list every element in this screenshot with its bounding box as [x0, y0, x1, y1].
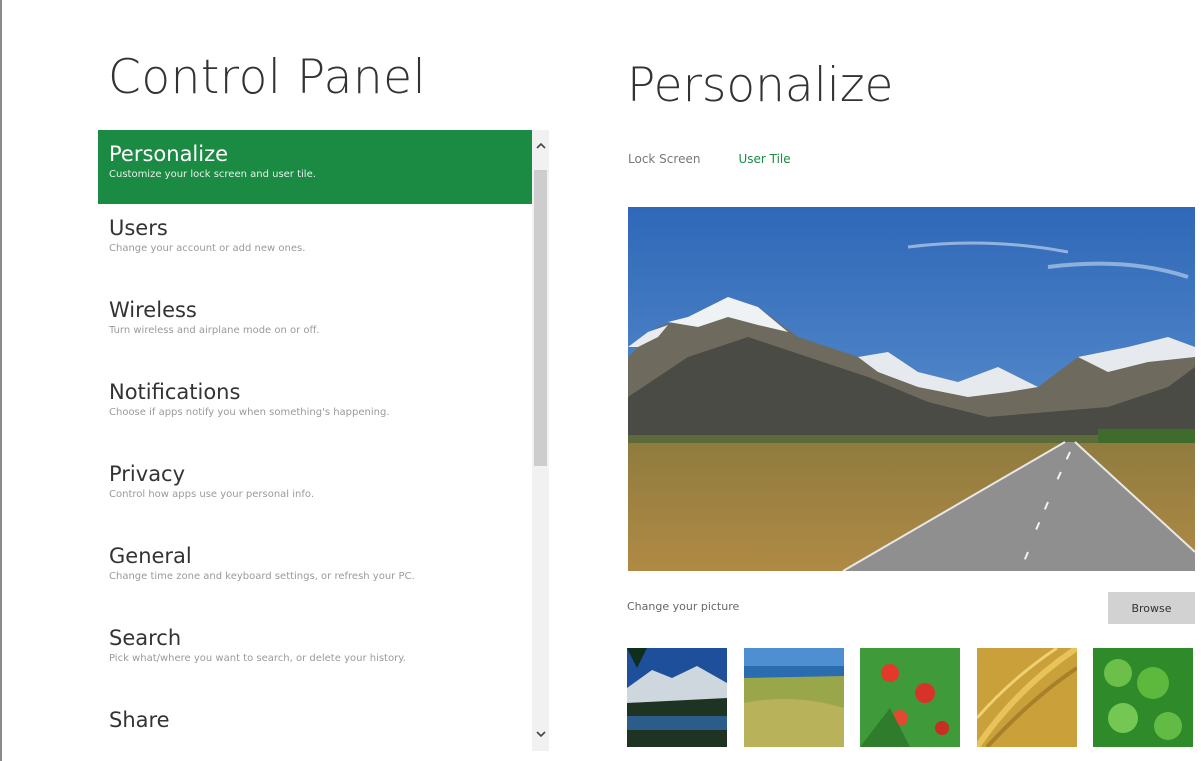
category-description: Change your account or add new ones.: [109, 243, 306, 254]
category-description: Control how apps use your personal info.: [109, 489, 315, 500]
category-list-scrollbar[interactable]: [532, 130, 549, 751]
tab-user-tile[interactable]: User Tile: [738, 152, 790, 166]
category-label: Wireless: [109, 298, 197, 322]
category-description: Customize your lock screen and user tile…: [109, 169, 316, 180]
category-users[interactable]: Users Change your account or add new one…: [98, 204, 532, 286]
category-description: Turn wireless and airplane mode on or of…: [109, 325, 320, 336]
thumbnail-green-hills[interactable]: [744, 648, 844, 747]
thumbnail-mountain-lake[interactable]: [627, 648, 727, 747]
category-share[interactable]: Share: [98, 696, 532, 750]
category-label: General: [109, 544, 192, 568]
chevron-up-icon: [535, 142, 546, 149]
thumbnail-red-flowers[interactable]: [860, 648, 960, 747]
category-personalize[interactable]: Personalize Customize your lock screen a…: [98, 130, 532, 204]
category-description: Choose if apps notify you when something…: [109, 407, 390, 418]
scrollbar-thumb[interactable]: [534, 170, 547, 466]
category-label: Users: [109, 216, 168, 240]
category-wireless[interactable]: Wireless Turn wireless and airplane mode…: [98, 286, 532, 368]
chevron-down-icon: [535, 730, 546, 737]
category-label: Privacy: [109, 462, 186, 486]
change-picture-label: Change your picture: [627, 600, 740, 613]
section-title: Personalize: [627, 58, 894, 113]
thumbnail-golden-grass[interactable]: [977, 648, 1077, 747]
category-general[interactable]: General Change time zone and keyboard se…: [98, 532, 532, 614]
browse-button[interactable]: Browse: [1108, 592, 1195, 624]
tab-lock-screen[interactable]: Lock Screen: [628, 152, 700, 166]
category-description: Change time zone and keyboard settings, …: [109, 571, 415, 582]
scroll-down-button[interactable]: [532, 723, 549, 745]
window-edge: [0, 0, 2, 761]
category-privacy[interactable]: Privacy Control how apps use your person…: [98, 450, 532, 532]
category-label: Search: [109, 626, 182, 650]
category-label: Personalize: [109, 142, 229, 166]
scroll-up-button[interactable]: [532, 134, 549, 156]
thumbnail-green-clover[interactable]: [1093, 648, 1193, 747]
category-label: Notifications: [109, 380, 241, 404]
settings-category-list: Personalize Customize your lock screen a…: [98, 130, 532, 750]
page-title: Control Panel: [108, 50, 427, 105]
category-search[interactable]: Search Pick what/where you want to searc…: [98, 614, 532, 696]
lock-screen-preview-image: [628, 207, 1195, 571]
category-notifications[interactable]: Notifications Choose if apps notify you …: [98, 368, 532, 450]
category-description: Pick what/where you want to search, or d…: [109, 653, 406, 664]
category-label: Share: [109, 708, 170, 732]
personalize-tabs: Lock Screen User Tile: [628, 152, 791, 166]
